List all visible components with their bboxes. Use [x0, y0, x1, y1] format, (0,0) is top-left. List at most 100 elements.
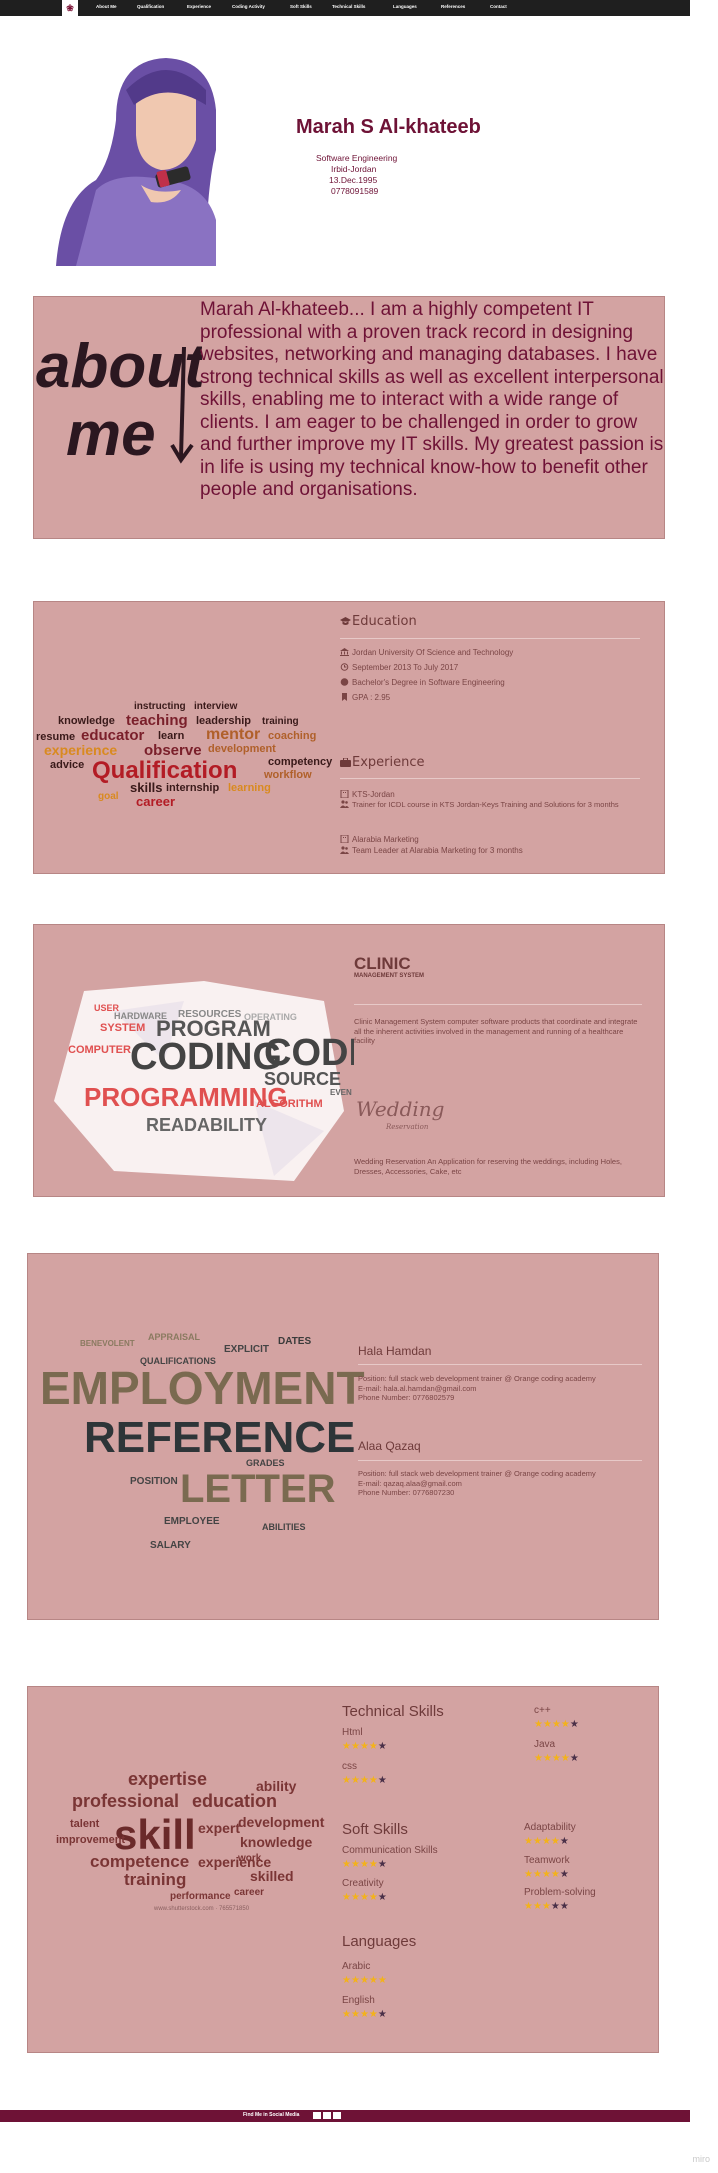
experience-role-2: Team Leader at Alarabia Marketing for 3 … — [340, 846, 523, 855]
building-icon — [340, 789, 349, 799]
star-filled-icon: ★ — [534, 1753, 543, 1764]
nav-contact[interactable]: Contact — [490, 4, 507, 9]
profile-major: Software Engineering — [316, 153, 398, 163]
navbar: ❀ About Me Qualification Experience Codi… — [0, 0, 690, 16]
nav-technical-skills[interactable]: Technical Skills — [332, 4, 365, 9]
profile-photo — [56, 50, 246, 266]
svg-text:ABILITIES: ABILITIES — [262, 1522, 306, 1532]
nav-languages[interactable]: Languages — [393, 4, 417, 9]
nav-coding-activity[interactable]: Coding Activity — [232, 4, 265, 9]
nav-qualification[interactable]: Qualification — [137, 4, 164, 9]
svg-text:SALARY: SALARY — [150, 1540, 191, 1551]
building-icon — [340, 834, 349, 844]
svg-text:work: work — [237, 1853, 262, 1864]
star-filled-icon: ★ — [524, 1836, 533, 1847]
linkedin-icon[interactable] — [323, 2112, 331, 2119]
language-arabic-rating: ★★★★★ — [342, 1975, 387, 1986]
about-me-art: about me — [36, 332, 202, 467]
star-filled-icon: ★ — [368, 1859, 378, 1870]
svg-text:CODING: CODING — [130, 1036, 282, 1078]
logo[interactable]: ❀ — [62, 0, 78, 16]
profile-birthdate: 13.Dec.1995 — [329, 175, 378, 185]
nav-about-me[interactable]: About Me — [96, 4, 117, 9]
svg-text:instructing: instructing — [134, 701, 186, 712]
facebook-icon[interactable] — [313, 2112, 321, 2119]
cloud-caption: www.shutterstock.com · 765571850 — [154, 1906, 250, 1912]
star-filled-icon: ★ — [342, 2009, 351, 2020]
divider — [354, 1004, 642, 1005]
svg-text:training: training — [124, 1870, 186, 1889]
reference-email-2[interactable]: E-mail: qazaq.alaa@gmail.com — [358, 1479, 658, 1489]
star-empty-icon: ★ — [559, 1901, 569, 1912]
star-filled-icon: ★ — [377, 1975, 387, 1986]
references-section: APPRAISAL QUALIFICATIONS DATES EXPLICIT … — [27, 1253, 659, 1620]
star-filled-icon: ★ — [541, 1836, 551, 1847]
graduation-cap-icon — [340, 615, 351, 625]
svg-text:OPERATING: OPERATING — [244, 1012, 297, 1022]
star-filled-icon: ★ — [359, 1892, 369, 1903]
star-filled-icon: ★ — [532, 1901, 542, 1912]
divider — [358, 1364, 642, 1365]
about-text: Marah Al-khateeb... I am a highly compet… — [200, 299, 664, 500]
svg-text:BENEVOLENT: BENEVOLENT — [80, 1339, 135, 1348]
certificate-icon — [340, 678, 349, 686]
star-empty-icon: ★ — [377, 2009, 387, 2020]
star-filled-icon: ★ — [342, 1775, 351, 1786]
star-filled-icon: ★ — [359, 1859, 369, 1870]
svg-text:competence: competence — [90, 1852, 189, 1871]
svg-text:expert: expert — [198, 1820, 240, 1836]
svg-text:GRADES: GRADES — [246, 1458, 285, 1468]
star-filled-icon: ★ — [350, 1775, 360, 1786]
soft-skills-heading: Soft Skills — [342, 1821, 408, 1838]
star-filled-icon: ★ — [560, 1719, 570, 1730]
reference-phone-2: Phone Number: 0776807230 — [358, 1488, 455, 1497]
star-empty-icon: ★ — [569, 1753, 579, 1764]
star-filled-icon: ★ — [368, 1741, 378, 1752]
svg-text:DATES: DATES — [278, 1336, 311, 1347]
qualification-section: instructing interview knowledge teaching… — [33, 601, 665, 874]
svg-text:interview: interview — [194, 701, 238, 712]
language-english-rating: ★★★★★ — [342, 2009, 387, 2020]
svg-text:experience: experience — [44, 742, 117, 758]
clinic-subtitle: MANAGEMENT SYSTEM — [354, 973, 425, 979]
star-filled-icon: ★ — [541, 1869, 551, 1880]
nav-experience[interactable]: Experience — [187, 4, 211, 9]
qualification-word-cloud: instructing interview knowledge teaching… — [36, 701, 333, 809]
skill-css-rating: ★★★★★ — [342, 1775, 387, 1786]
svg-text:APPRAISAL: APPRAISAL — [148, 1332, 201, 1342]
wedding-description: Wedding Reservation An Application for r… — [354, 1157, 622, 1176]
languages-heading: Languages — [342, 1933, 417, 1950]
svg-text:career: career — [136, 794, 175, 809]
nav-references[interactable]: References — [441, 4, 465, 9]
svg-text:career: career — [234, 1887, 264, 1898]
reference-phone-1: Phone Number: 0776802579 — [358, 1393, 455, 1402]
star-filled-icon: ★ — [551, 1719, 561, 1730]
svg-text:performance: performance — [170, 1891, 231, 1902]
svg-text:internship: internship — [166, 782, 219, 794]
star-empty-icon: ★ — [377, 1741, 387, 1752]
star-filled-icon: ★ — [368, 1892, 378, 1903]
svg-text:POSITION: POSITION — [130, 1476, 178, 1487]
profile-location: Irbid-Jordan — [331, 164, 377, 174]
star-filled-icon: ★ — [359, 1775, 369, 1786]
skill-communication-rating: ★★★★★ — [342, 1859, 387, 1870]
svg-text:development: development — [238, 1814, 325, 1830]
star-empty-icon: ★ — [550, 1901, 560, 1912]
nav-soft-skills[interactable]: Soft Skills — [290, 4, 312, 9]
svg-text:LETTER: LETTER — [180, 1467, 336, 1511]
star-filled-icon: ★ — [350, 1892, 360, 1903]
users-icon — [340, 846, 349, 854]
reference-name-2: Alaa Qazaq — [358, 1439, 421, 1453]
svg-text:coaching: coaching — [268, 730, 316, 742]
star-filled-icon: ★ — [359, 1741, 369, 1752]
profile-name: Marah S Al-khateeb — [296, 116, 481, 138]
star-filled-icon: ★ — [350, 2009, 360, 2020]
github-icon[interactable] — [333, 2112, 341, 2119]
footer: Find Me in Social Media — [0, 2110, 690, 2122]
star-filled-icon: ★ — [541, 1901, 551, 1912]
star-empty-icon: ★ — [377, 1859, 387, 1870]
skill-creativity-label: Creativity — [342, 1878, 384, 1889]
profile-phone: 0778091589 — [331, 186, 379, 196]
reference-email-1[interactable]: E-mail: hala.al.hamdan@gmail.com — [358, 1384, 658, 1394]
experience-role-1: Trainer for ICDL course in KTS Jordan-Ke… — [340, 800, 640, 810]
